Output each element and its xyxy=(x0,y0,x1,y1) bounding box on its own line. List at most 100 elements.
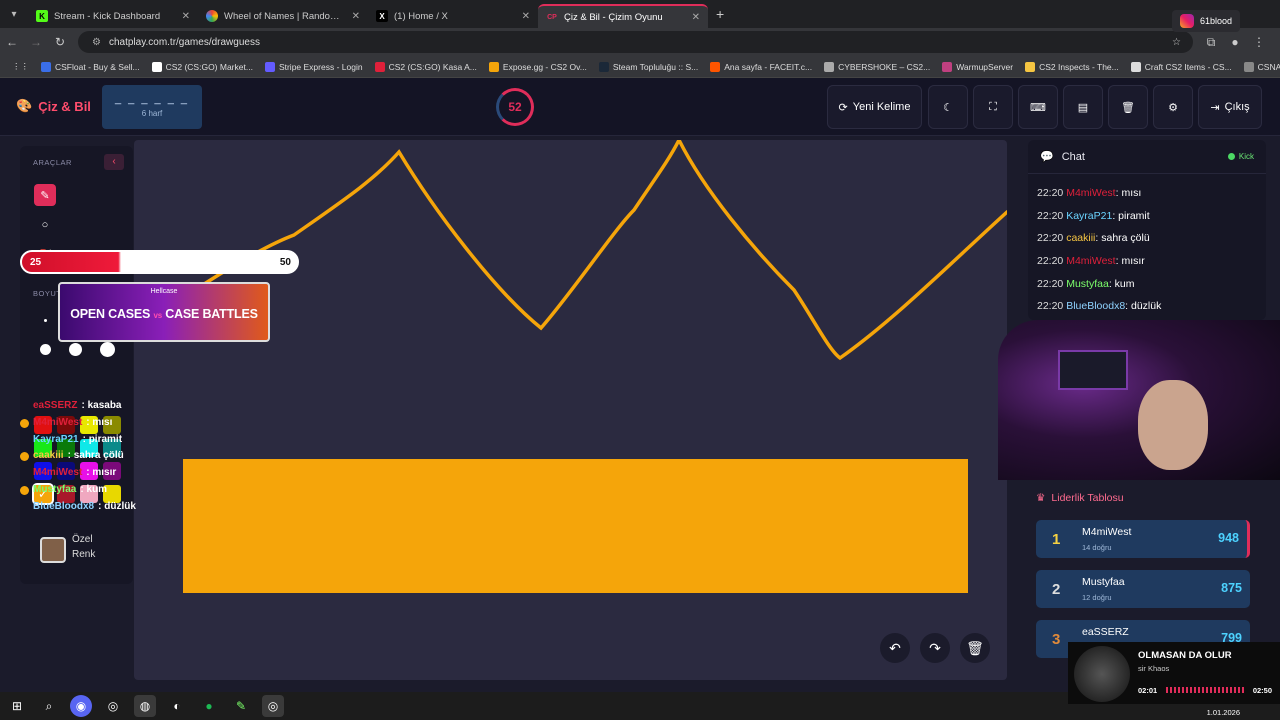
fullscreen-button[interactable]: ⛶ xyxy=(973,85,1013,129)
overlay-chat-row: M4miWest: mısır xyxy=(20,465,136,482)
url-input[interactable]: ⚙ chatplay.com.tr/games/drawguess ☆ xyxy=(78,31,1193,53)
collapse-panel-button[interactable]: ‹ xyxy=(104,154,124,170)
tab-kick-dashboard[interactable]: K Stream - Kick Dashboard ✕ xyxy=(28,4,198,28)
tab-ciz-bil[interactable]: CP Çiz & Bil - Çizim Oyunu ✕ xyxy=(538,4,708,28)
menu-icon[interactable]: ⋮ xyxy=(1247,35,1271,49)
leaderboard-rank: 3 xyxy=(1052,631,1061,648)
extensions-icon[interactable]: ⧉ xyxy=(1199,35,1223,50)
overlay-chat-user: eaSSERZ xyxy=(33,400,78,411)
track-title: OLMASAN DA OLUR xyxy=(1138,650,1232,661)
bookmark-item[interactable]: CSNADES.gg - Cou... xyxy=(1238,61,1280,72)
chat-title: Chat xyxy=(1061,150,1085,163)
overlay-chat-text: : mısı xyxy=(86,416,113,428)
redo-button[interactable]: ↷ xyxy=(920,633,950,663)
keyboard-button[interactable]: ⌨ xyxy=(1018,85,1058,129)
chat-time: 22:20 xyxy=(1037,232,1067,245)
pen-tool-button[interactable]: ✎ xyxy=(34,184,56,206)
bookmark-item[interactable]: CS2 (CS:GO) Market... xyxy=(146,61,259,72)
clock-date: 1.01.2026 xyxy=(1206,708,1240,717)
bookmark-item[interactable]: CS2 (CS:GO) Kasa A... xyxy=(369,61,483,72)
custom-color-picker[interactable] xyxy=(40,537,66,563)
settings-button[interactable]: ⚙ xyxy=(1153,85,1193,129)
leaderboard-title-text: Liderlik Tablosu xyxy=(1051,492,1124,504)
bookmark-item[interactable]: Ana sayfa - FACEIT.c... xyxy=(704,61,818,72)
steam-client-icon[interactable]: ◎ xyxy=(262,695,284,717)
back-icon[interactable]: ← xyxy=(0,35,24,49)
close-tab-icon[interactable]: ✕ xyxy=(182,11,190,22)
bookmark-item[interactable]: Stripe Express - Login xyxy=(259,61,369,72)
profile-icon[interactable]: ● xyxy=(1223,35,1247,49)
drawing-canvas[interactable]: ↶ ↷ 🗑 xyxy=(134,140,1007,680)
close-tab-icon[interactable]: ✕ xyxy=(522,11,530,22)
custom-color-label: Özel Renk xyxy=(72,532,95,562)
chat-time: 22:20 xyxy=(1037,209,1067,222)
bookmark-item[interactable]: CS2 Inspects - The... xyxy=(1019,61,1125,72)
steam-icon[interactable]: ◎ xyxy=(102,695,124,717)
app-icon[interactable]: ✎ xyxy=(230,695,252,717)
circle-tool-button[interactable]: ○ xyxy=(34,214,56,236)
archive-button[interactable]: ▤ xyxy=(1063,85,1103,129)
overlay-chat-user: BlueBloodx8 xyxy=(33,500,95,512)
bookmark-item[interactable]: CYBERSHOKE – CS2... xyxy=(818,61,936,72)
gear-icon: ⚙ xyxy=(1168,101,1178,114)
goal-current: 25 xyxy=(30,256,42,268)
chat-user: Mustyfaa xyxy=(1066,277,1109,290)
monthly-support-goal-bar: 25 AYLIK DESTEKS 50 xyxy=(20,250,299,274)
bookmark-favicon-icon xyxy=(264,61,275,72)
bookmark-label: Craft CS2 Items - CS... xyxy=(1144,61,1232,72)
brand[interactable]: 🎨 Çiz & Bil xyxy=(16,98,91,114)
archive-icon: ▤ xyxy=(1077,101,1089,114)
platform-badge: Kick xyxy=(1227,152,1254,161)
address-bar-row: ← → ↻ ⚙ chatplay.com.tr/games/drawguess … xyxy=(0,28,1280,56)
new-word-button[interactable]: ⟳ Yeni Kelime xyxy=(827,85,922,129)
size-small-button[interactable] xyxy=(34,309,56,331)
obs-icon[interactable]: ◐ xyxy=(166,695,188,717)
trash-button[interactable]: 🗑 xyxy=(1108,85,1148,129)
chat-text: : düzlük xyxy=(1125,300,1162,313)
tab-wheel-of-names[interactable]: Wheel of Names | Random nam ✕ xyxy=(198,4,368,28)
undo-button[interactable]: ↶ xyxy=(880,633,910,663)
user-badge-icon xyxy=(20,418,29,428)
album-art xyxy=(1074,646,1130,702)
new-tab-icon[interactable]: + xyxy=(716,6,724,22)
user-badge-icon xyxy=(20,485,29,495)
chat-text: : piramit xyxy=(1112,209,1150,222)
site-info-icon[interactable]: ⚙ xyxy=(92,37,101,48)
apps-icon[interactable]: ⋮⋮ xyxy=(6,61,35,72)
logout-button[interactable]: ⇥ Çıkış xyxy=(1198,85,1262,129)
chat-time: 22:20 xyxy=(1037,277,1067,290)
chrome-icon[interactable]: ◍ xyxy=(134,695,156,717)
track-artist: sir Khaos xyxy=(1138,664,1170,673)
search-icon[interactable]: ⌕ xyxy=(38,695,60,717)
stream-chat-overlay: eaSSERZ: kasaba M4miWest: mısı KayraP21: p… xyxy=(20,398,136,516)
bookmark-item[interactable]: Steam Topluluğu :: S... xyxy=(593,61,704,72)
chat-time: 22:20 xyxy=(1037,255,1067,268)
tab-search-icon[interactable]: ▾ xyxy=(0,0,28,28)
bookmark-label: CS2 (CS:GO) Market... xyxy=(165,61,253,72)
close-tab-icon[interactable]: ✕ xyxy=(352,11,360,22)
clear-canvas-button[interactable]: 🗑 xyxy=(960,633,990,663)
overlay-chat-row: caakiii: sahra çölü xyxy=(20,448,136,465)
leaderboard-name: M4miWest xyxy=(1082,526,1132,538)
bookmark-item[interactable]: Craft CS2 Items - CS... xyxy=(1125,61,1238,72)
size-xlarge-button[interactable] xyxy=(34,338,56,360)
bookmark-item[interactable]: WarmupServer xyxy=(936,61,1019,72)
palette-icon: 🎨 xyxy=(16,98,33,113)
tab-title: Wheel of Names | Random nam xyxy=(224,10,346,22)
theme-toggle-button[interactable]: ☾ xyxy=(928,85,968,129)
discord-icon[interactable]: ◉ xyxy=(70,695,92,717)
forward-icon[interactable]: → xyxy=(24,35,48,49)
bookmark-favicon-icon xyxy=(151,61,162,72)
tab-x-home[interactable]: X (1) Home / X ✕ xyxy=(368,4,538,28)
bookmark-item[interactable]: CSFloat - Buy & Sell... xyxy=(35,61,146,72)
close-tab-icon[interactable]: ✕ xyxy=(692,12,700,23)
bookmark-star-icon[interactable]: ☆ xyxy=(1172,37,1181,48)
windows-start-icon[interactable]: ⊞ xyxy=(6,695,28,717)
reload-icon[interactable]: ↻ xyxy=(48,35,72,49)
bookmark-favicon-icon xyxy=(41,61,51,72)
leaderboard-name: eaSSERZ xyxy=(1082,626,1129,638)
spotify-icon[interactable]: ● xyxy=(198,695,220,717)
moon-icon: ☾ xyxy=(943,101,953,114)
streamer-face xyxy=(1138,380,1208,470)
bookmark-item[interactable]: Expose.gg - CS2 Ov... xyxy=(483,61,593,72)
